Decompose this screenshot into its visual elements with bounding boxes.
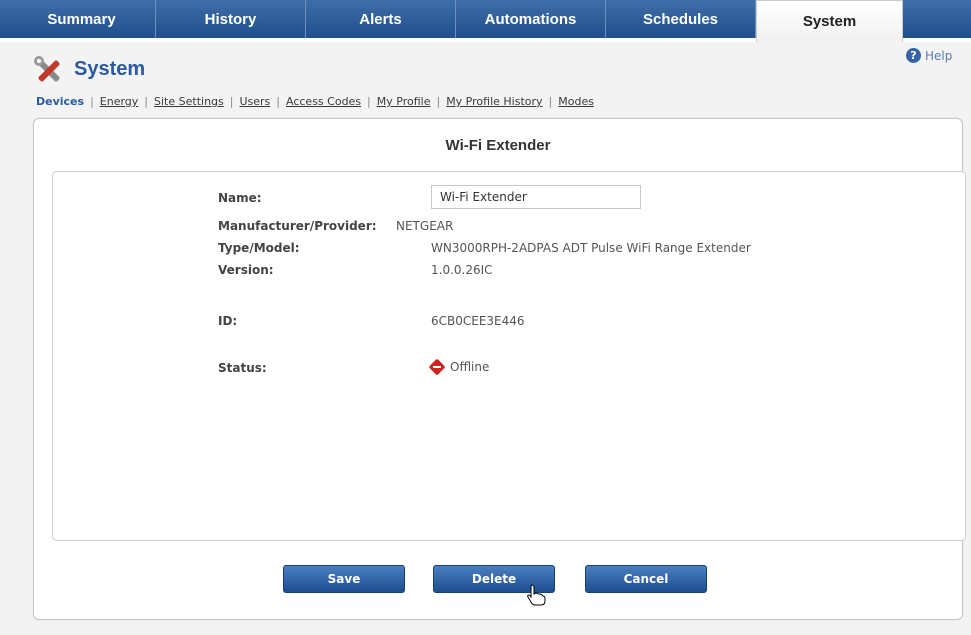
- id-value: 6CB0CEE3E446: [431, 314, 525, 328]
- device-info-box: Name: Manufacturer/Provider: NETGEAR Typ…: [52, 171, 966, 541]
- subnav-modes[interactable]: Modes: [558, 95, 594, 108]
- subnav-my-profile[interactable]: My Profile: [377, 95, 431, 108]
- version-value: 1.0.0.26IC: [431, 263, 493, 277]
- subnav-users[interactable]: Users: [239, 95, 270, 108]
- device-detail-panel: Wi-Fi Extender Name: Manufacturer/Provid…: [33, 118, 966, 620]
- device-panel-title: Wi-Fi Extender: [445, 137, 551, 154]
- subnav-energy[interactable]: Energy: [100, 95, 139, 108]
- subnav-separator: |: [548, 95, 553, 108]
- type-model-label: Type/Model:: [218, 241, 300, 255]
- offline-status-icon: [428, 358, 446, 376]
- sub-navigation: Devices | Energy | Site Settings | Users | Acces…: [36, 95, 594, 108]
- device-name-input[interactable]: [431, 185, 641, 209]
- tab-system[interactable]: System: [756, 0, 903, 42]
- subnav-separator: |: [229, 95, 234, 108]
- help-link[interactable]: ? Help: [906, 48, 952, 63]
- tab-alerts[interactable]: Alerts: [306, 0, 456, 38]
- tools-icon: [34, 56, 60, 82]
- subnav-separator: |: [144, 95, 149, 108]
- subnav-separator: |: [367, 95, 371, 108]
- manufacturer-value: NETGEAR: [396, 219, 454, 233]
- cancel-button[interactable]: Cancel: [585, 565, 707, 593]
- tab-summary[interactable]: Summary: [8, 0, 156, 38]
- tab-history[interactable]: History: [156, 0, 306, 38]
- tab-schedules[interactable]: Schedules: [606, 0, 756, 38]
- help-icon: ?: [906, 48, 921, 63]
- status-label: Status:: [218, 361, 267, 375]
- help-label: Help: [925, 48, 953, 63]
- hand-cursor-icon: [527, 584, 546, 606]
- subnav-access-codes[interactable]: Access Codes: [286, 95, 361, 108]
- save-button[interactable]: Save: [283, 565, 405, 593]
- tab-automations[interactable]: Automations: [456, 0, 606, 38]
- type-model-value: WN3000RPH-2ADPAS ADT Pulse WiFi Range Ex…: [431, 241, 751, 255]
- manufacturer-label: Manufacturer/Provider:: [218, 219, 377, 233]
- subnav-separator: |: [436, 95, 441, 108]
- page-title: System: [74, 58, 146, 80]
- name-label: Name:: [218, 191, 262, 205]
- id-label: ID:: [218, 314, 238, 328]
- main-tab-bar: Summary History Alerts Automations Sched…: [0, 0, 971, 42]
- subnav-my-profile-history[interactable]: My Profile History: [446, 95, 542, 108]
- subnav-separator: |: [276, 95, 280, 108]
- version-label: Version:: [218, 263, 274, 277]
- subnav-site-settings[interactable]: Site Settings: [154, 95, 224, 108]
- subnav-devices[interactable]: Devices: [36, 95, 84, 108]
- status-value: Offline: [450, 360, 490, 374]
- subnav-separator: |: [90, 95, 94, 108]
